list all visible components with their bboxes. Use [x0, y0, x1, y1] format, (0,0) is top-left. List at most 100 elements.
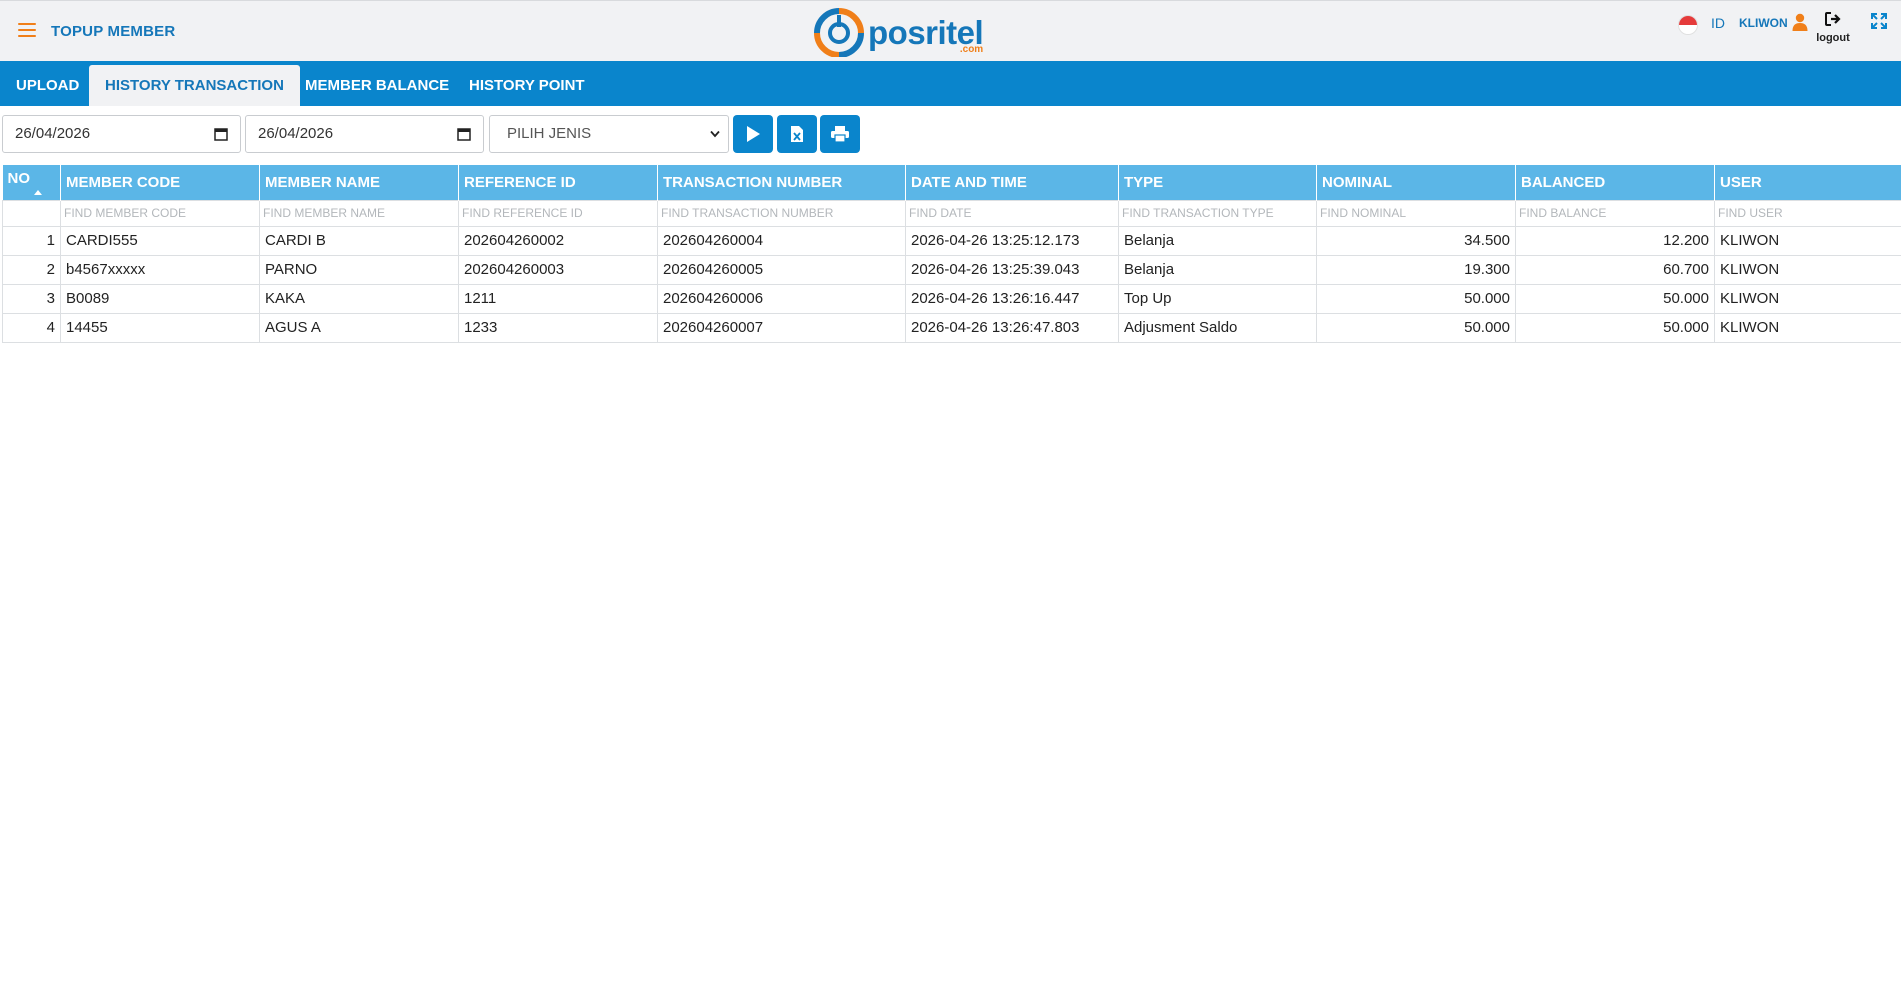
- tab-history-point[interactable]: HISTORY POINT: [453, 65, 601, 106]
- logo-suffix: .com: [959, 43, 984, 55]
- calendar-icon[interactable]: [457, 127, 471, 141]
- find-user-input[interactable]: FIND USER: [1714, 199, 1901, 227]
- column-header-user[interactable]: USER: [1714, 165, 1901, 200]
- logout-label: logout: [1816, 32, 1850, 44]
- chevron-down-icon: [710, 130, 720, 138]
- column-header-no[interactable]: NO: [2, 165, 61, 200]
- date-from-input[interactable]: 26/04/2026: [2, 115, 241, 153]
- find-balance-input[interactable]: FIND BALANCE: [1515, 199, 1715, 227]
- cell-member-name: AGUS A: [259, 312, 459, 343]
- cell-transaction-number: 202604260006: [657, 283, 906, 314]
- cell-nominal: 50.000: [1316, 283, 1516, 314]
- play-icon: [747, 126, 760, 142]
- indonesia-flag-icon[interactable]: [1678, 15, 1698, 35]
- cell-nominal: 50.000: [1316, 312, 1516, 343]
- cell-type: Adjusment Saldo: [1118, 312, 1317, 343]
- cell-nominal: 19.300: [1316, 254, 1516, 285]
- print-button[interactable]: [820, 115, 860, 153]
- cell-no: 1: [2, 225, 61, 256]
- sign-out-icon: [1825, 12, 1841, 26]
- cell-user: KLIWON: [1714, 283, 1901, 314]
- find-member-name-input[interactable]: FIND MEMBER NAME: [259, 199, 459, 227]
- excel-icon: [791, 126, 803, 142]
- column-header-transaction-number[interactable]: TRANSACTION NUMBER: [657, 165, 906, 200]
- cell-transaction-number: 202604260005: [657, 254, 906, 285]
- cell-type: Top Up: [1118, 283, 1317, 314]
- posritel-logo: posritel .com: [812, 7, 984, 57]
- cell-no: 4: [2, 312, 61, 343]
- top-header: TOPUP MEMBER posritel .com ID KLIWON log…: [0, 0, 1901, 61]
- filter-cell-no: [2, 199, 61, 227]
- tab-bar: UPLOAD HISTORY TRANSACTION MEMBER BALANC…: [0, 61, 1901, 106]
- cell-date-and-time: 2026-04-26 13:25:12.173: [905, 225, 1119, 256]
- find-transaction-type-input[interactable]: FIND TRANSACTION TYPE: [1118, 199, 1317, 227]
- language-selector[interactable]: ID: [1711, 15, 1725, 31]
- cell-transaction-number: 202604260007: [657, 312, 906, 343]
- user-name: KLIWON: [1739, 16, 1788, 30]
- run-filter-button[interactable]: [733, 115, 773, 153]
- find-member-code-input[interactable]: FIND MEMBER CODE: [60, 199, 260, 227]
- cell-reference-id: 1211: [458, 283, 658, 314]
- sort-caret-icon: [34, 189, 42, 195]
- user-icon: [1792, 13, 1808, 31]
- tab-upload[interactable]: UPLOAD: [0, 65, 95, 106]
- filter-bar: 26/04/2026 26/04/2026 PILIH JENIS: [0, 114, 1901, 154]
- export-excel-button[interactable]: [777, 115, 817, 153]
- table-row[interactable]: 2 b4567xxxxx PARNO 202604260003 20260426…: [2, 254, 1901, 285]
- date-from-value: 26/04/2026: [15, 125, 91, 142]
- cell-transaction-number: 202604260004: [657, 225, 906, 256]
- column-header-type[interactable]: TYPE: [1118, 165, 1317, 200]
- cell-member-name: PARNO: [259, 254, 459, 285]
- cell-nominal: 34.500: [1316, 225, 1516, 256]
- transaction-table: NO MEMBER CODE MEMBER NAME REFERENCE ID …: [2, 165, 1901, 343]
- calendar-icon[interactable]: [214, 127, 228, 141]
- cell-date-and-time: 2026-04-26 13:25:39.043: [905, 254, 1119, 285]
- cell-user: KLIWON: [1714, 312, 1901, 343]
- cell-member-code: 14455: [60, 312, 260, 343]
- logo-mark-icon: [814, 8, 864, 57]
- cell-member-name: KAKA: [259, 283, 459, 314]
- date-to-value: 26/04/2026: [258, 125, 334, 142]
- cell-no: 3: [2, 283, 61, 314]
- transaction-type-select[interactable]: PILIH JENIS: [489, 115, 729, 153]
- cell-date-and-time: 2026-04-26 13:26:47.803: [905, 312, 1119, 343]
- cell-user: KLIWON: [1714, 225, 1901, 256]
- find-nominal-input[interactable]: FIND NOMINAL: [1316, 199, 1516, 227]
- table-row[interactable]: 3 B0089 KAKA 1211 202604260006 2026-04-2…: [2, 283, 1901, 314]
- find-transaction-number-input[interactable]: FIND TRANSACTION NUMBER: [657, 199, 906, 227]
- hamburger-menu-icon[interactable]: [18, 23, 36, 39]
- column-filter-row: FIND MEMBER CODE FIND MEMBER NAME FIND R…: [2, 199, 1901, 227]
- cell-balanced: 50.000: [1515, 283, 1715, 314]
- tab-member-balance[interactable]: MEMBER BALANCE: [289, 65, 465, 106]
- column-header-member-name[interactable]: MEMBER NAME: [259, 165, 459, 200]
- date-to-input[interactable]: 26/04/2026: [245, 115, 484, 153]
- column-header-reference-id[interactable]: REFERENCE ID: [458, 165, 658, 200]
- table-row[interactable]: 4 14455 AGUS A 1233 202604260007 2026-04…: [2, 312, 1901, 343]
- print-icon: [831, 126, 849, 143]
- cell-member-code: b4567xxxxx: [60, 254, 260, 285]
- cell-type: Belanja: [1118, 254, 1317, 285]
- cell-member-code: B0089: [60, 283, 260, 314]
- tab-history-transaction[interactable]: HISTORY TRANSACTION: [89, 65, 300, 106]
- transaction-type-value: PILIH JENIS: [507, 125, 592, 142]
- column-header-balanced[interactable]: BALANCED: [1515, 165, 1715, 200]
- cell-member-name: CARDI B: [259, 225, 459, 256]
- cell-date-and-time: 2026-04-26 13:26:16.447: [905, 283, 1119, 314]
- cell-no: 2: [2, 254, 61, 285]
- cell-reference-id: 202604260002: [458, 225, 658, 256]
- cell-type: Belanja: [1118, 225, 1317, 256]
- column-header-date-and-time[interactable]: DATE AND TIME: [905, 165, 1119, 200]
- logout-button[interactable]: logout: [1813, 12, 1853, 44]
- column-header-member-code[interactable]: MEMBER CODE: [60, 165, 260, 200]
- expand-icon[interactable]: [1871, 13, 1887, 29]
- page-title: TOPUP MEMBER: [51, 23, 176, 40]
- table-header-row: NO MEMBER CODE MEMBER NAME REFERENCE ID …: [2, 165, 1901, 200]
- cell-balanced: 50.000: [1515, 312, 1715, 343]
- cell-user: KLIWON: [1714, 254, 1901, 285]
- find-date-input[interactable]: FIND DATE: [905, 199, 1119, 227]
- cell-balanced: 12.200: [1515, 225, 1715, 256]
- cell-reference-id: 1233: [458, 312, 658, 343]
- find-reference-id-input[interactable]: FIND REFERENCE ID: [458, 199, 658, 227]
- column-header-nominal[interactable]: NOMINAL: [1316, 165, 1516, 200]
- table-row[interactable]: 1 CARDI555 CARDI B 202604260002 20260426…: [2, 225, 1901, 256]
